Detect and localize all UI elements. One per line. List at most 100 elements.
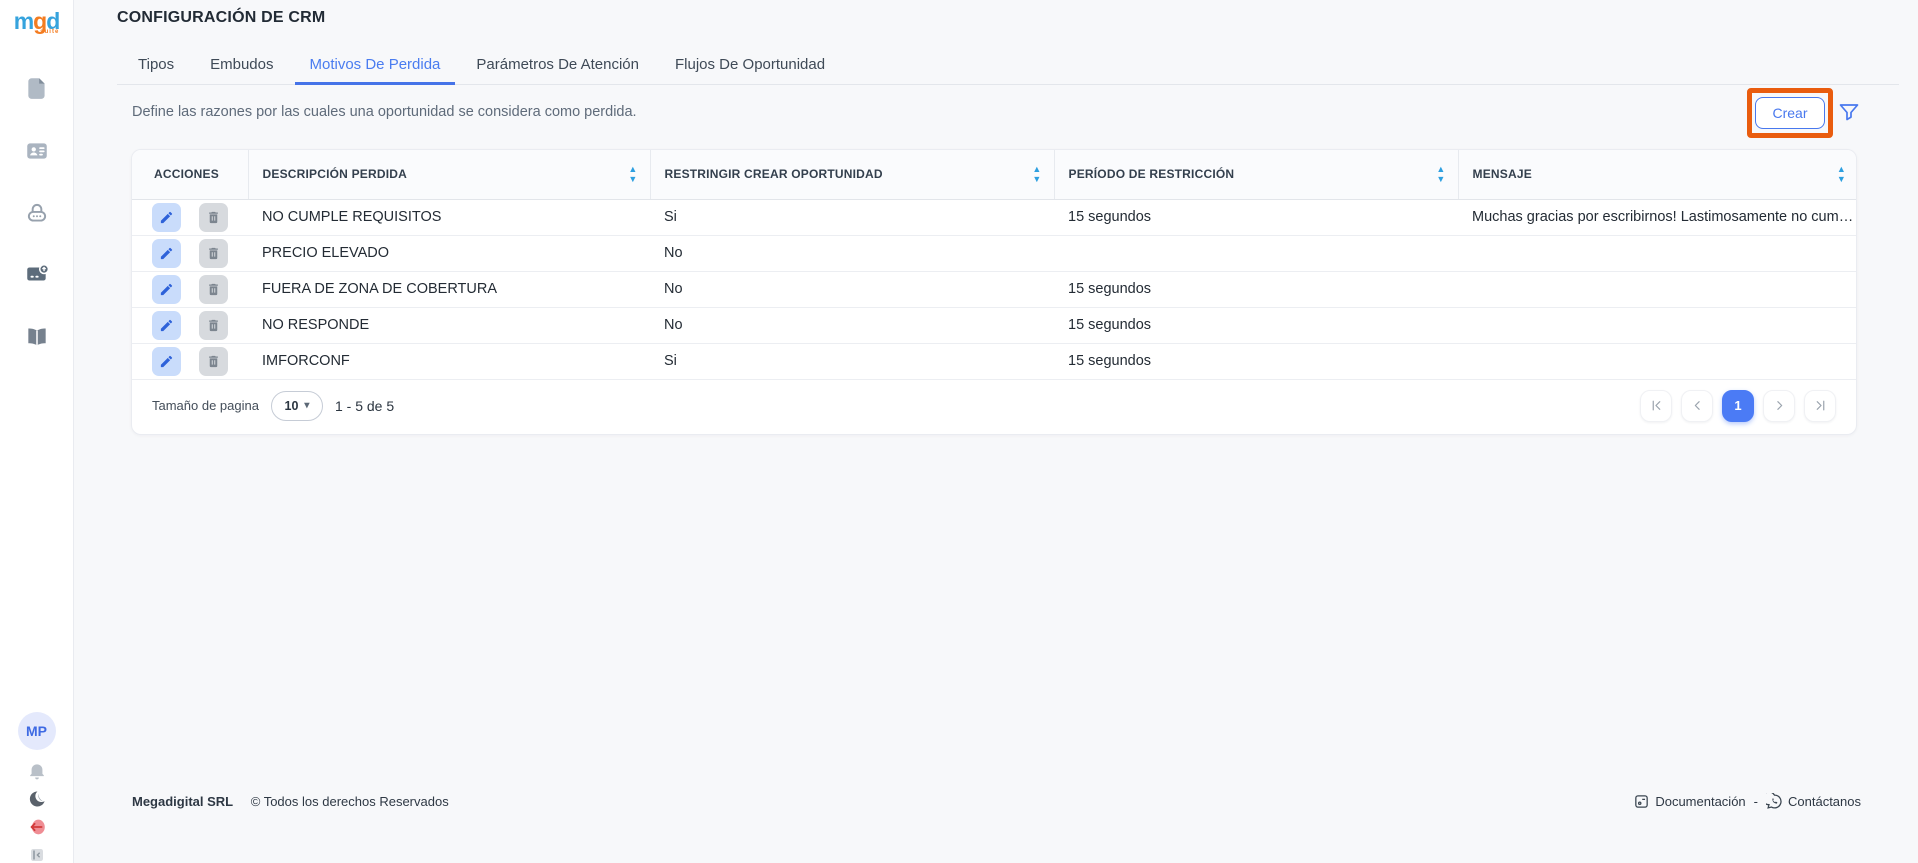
column-header-acciones[interactable]: ACCIONES bbox=[132, 150, 248, 199]
edit-button[interactable] bbox=[152, 239, 181, 268]
table-header-row: ACCIONES DESCRIPCIÓN PERDIDA ▲▼ RESTRING… bbox=[132, 150, 1857, 199]
caret-down-icon: ▾ bbox=[304, 400, 309, 411]
page-size-select[interactable]: 10 ▾ bbox=[271, 391, 323, 421]
sort-icons[interactable]: ▲▼ bbox=[628, 166, 637, 183]
sidebar: mgd suite MP bbox=[0, 0, 74, 863]
delete-button[interactable] bbox=[199, 239, 228, 268]
sort-asc-icon: ▲ bbox=[628, 166, 637, 173]
sort-desc-icon: ▼ bbox=[1837, 176, 1846, 183]
sort-asc-icon: ▲ bbox=[1837, 166, 1846, 173]
restringir-cell: No bbox=[650, 271, 1054, 307]
actions-cell bbox=[132, 307, 248, 343]
next-page-button[interactable] bbox=[1763, 390, 1795, 422]
column-header-mensaje[interactable]: MENSAJE ▲▼ bbox=[1458, 150, 1857, 199]
descripcion-cell: FUERA DE ZONA DE COBERTURA bbox=[248, 271, 650, 307]
actions-cell bbox=[132, 343, 248, 379]
whatsapp-icon bbox=[1766, 793, 1783, 810]
tab-tipos[interactable]: Tipos bbox=[123, 44, 189, 84]
documentation-icon bbox=[1633, 793, 1650, 810]
sort-desc-icon: ▼ bbox=[628, 176, 637, 183]
descripcion-cell: NO RESPONDE bbox=[248, 307, 650, 343]
mensaje-cell: Muchas gracias por escribirnos! Lastimos… bbox=[1458, 199, 1857, 235]
dark-mode-moon-icon[interactable] bbox=[22, 784, 52, 814]
previous-page-button[interactable] bbox=[1681, 390, 1713, 422]
collapse-sidebar-icon[interactable] bbox=[22, 840, 52, 863]
user-avatar[interactable]: MP bbox=[18, 712, 56, 750]
last-page-button[interactable] bbox=[1804, 390, 1836, 422]
pagination-range: 1 - 5 de 5 bbox=[335, 398, 394, 414]
periodo-cell: 15 segundos bbox=[1054, 307, 1458, 343]
delete-button[interactable] bbox=[199, 311, 228, 340]
table-row: NO CUMPLE REQUISITOS Si 15 segundos Much… bbox=[132, 199, 1857, 235]
actions-cell bbox=[132, 199, 248, 235]
periodo-cell: 15 segundos bbox=[1054, 271, 1458, 307]
company-name: Megadigital SRL bbox=[132, 794, 233, 809]
documentation-link[interactable]: Documentación bbox=[1633, 793, 1745, 810]
sort-icons[interactable]: ▲▼ bbox=[1436, 166, 1445, 183]
motivos-table: ACCIONES DESCRIPCIÓN PERDIDA ▲▼ RESTRING… bbox=[132, 150, 1857, 380]
page-size-label: Tamaño de pagina bbox=[152, 398, 259, 413]
sort-icons[interactable]: ▲▼ bbox=[1032, 166, 1041, 183]
tab-parámetros-de-atención[interactable]: Parámetros De Atención bbox=[461, 44, 654, 84]
contacts-icon[interactable] bbox=[22, 136, 52, 166]
mensaje-cell bbox=[1458, 307, 1857, 343]
card-upload-icon[interactable] bbox=[22, 259, 52, 289]
sort-asc-icon: ▲ bbox=[1436, 166, 1445, 173]
column-header-restringir-crear-oportunidad[interactable]: RESTRINGIR CREAR OPORTUNIDAD ▲▼ bbox=[650, 150, 1054, 199]
tab-flujos-de-oportunidad[interactable]: Flujos De Oportunidad bbox=[660, 44, 840, 84]
periodo-cell: 15 segundos bbox=[1054, 343, 1458, 379]
column-header-período-de-restricción[interactable]: PERÍODO DE RESTRICCIÓN ▲▼ bbox=[1054, 150, 1458, 199]
sort-desc-icon: ▼ bbox=[1032, 176, 1041, 183]
knowledge-book-icon[interactable] bbox=[22, 322, 52, 352]
restringir-cell: No bbox=[650, 307, 1054, 343]
actions-cell bbox=[132, 235, 248, 271]
tabs: TiposEmbudosMotivos De PerdidaParámetros… bbox=[117, 44, 1899, 85]
descripcion-cell: IMFORCONF bbox=[248, 343, 650, 379]
edit-button[interactable] bbox=[152, 275, 181, 304]
motivos-table-card: ACCIONES DESCRIPCIÓN PERDIDA ▲▼ RESTRING… bbox=[131, 149, 1857, 435]
page-1-button[interactable]: 1 bbox=[1722, 390, 1754, 422]
documents-icon[interactable] bbox=[22, 73, 52, 103]
table-body: NO CUMPLE REQUISITOS Si 15 segundos Much… bbox=[132, 199, 1857, 379]
table-row: PRECIO ELEVADO No bbox=[132, 235, 1857, 271]
periodo-cell bbox=[1054, 235, 1458, 271]
sort-icons[interactable]: ▲▼ bbox=[1837, 166, 1846, 183]
delete-button[interactable] bbox=[199, 347, 228, 376]
edit-button[interactable] bbox=[152, 311, 181, 340]
tab-embudos[interactable]: Embudos bbox=[195, 44, 288, 84]
first-page-button[interactable] bbox=[1640, 390, 1672, 422]
page-footer: Megadigital SRL © Todos los derechos Res… bbox=[132, 791, 1861, 811]
sort-asc-icon: ▲ bbox=[1032, 166, 1041, 173]
column-header-descripción-perdida[interactable]: DESCRIPCIÓN PERDIDA ▲▼ bbox=[248, 150, 650, 199]
security-lock-icon[interactable] bbox=[22, 198, 52, 228]
edit-button[interactable] bbox=[152, 203, 181, 232]
filter-funnel-icon[interactable] bbox=[1837, 100, 1861, 124]
table-row: NO RESPONDE No 15 segundos bbox=[132, 307, 1857, 343]
contact-link[interactable]: Contáctanos bbox=[1766, 793, 1861, 810]
pagination: 1 bbox=[1640, 390, 1836, 422]
tab-motivos-de-perdida[interactable]: Motivos De Perdida bbox=[295, 44, 456, 84]
logout-icon[interactable] bbox=[22, 812, 52, 842]
descripcion-cell: NO CUMPLE REQUISITOS bbox=[248, 199, 650, 235]
copyright-text: © Todos los derechos Reservados bbox=[251, 794, 449, 809]
notifications-bell-icon[interactable] bbox=[22, 756, 52, 786]
main-content: CONFIGURACIÓN DE CRM TiposEmbudosMotivos… bbox=[74, 0, 1918, 863]
delete-button[interactable] bbox=[199, 203, 228, 232]
page-title: CONFIGURACIÓN DE CRM bbox=[117, 9, 325, 27]
footer-separator: - bbox=[1754, 794, 1758, 809]
sort-desc-icon: ▼ bbox=[1436, 176, 1445, 183]
page-description: Define las razones por las cuales una op… bbox=[132, 104, 637, 120]
mensaje-cell bbox=[1458, 271, 1857, 307]
actions-cell bbox=[132, 271, 248, 307]
edit-button[interactable] bbox=[152, 347, 181, 376]
periodo-cell: 15 segundos bbox=[1054, 199, 1458, 235]
mensaje-cell bbox=[1458, 235, 1857, 271]
create-button[interactable]: Crear bbox=[1755, 97, 1824, 129]
descripcion-cell: PRECIO ELEVADO bbox=[248, 235, 650, 271]
delete-button[interactable] bbox=[199, 275, 228, 304]
table-row: IMFORCONF Si 15 segundos bbox=[132, 343, 1857, 379]
mensaje-cell bbox=[1458, 343, 1857, 379]
mgd-logo[interactable]: mgd suite bbox=[14, 8, 60, 35]
restringir-cell: Si bbox=[650, 199, 1054, 235]
restringir-cell: No bbox=[650, 235, 1054, 271]
